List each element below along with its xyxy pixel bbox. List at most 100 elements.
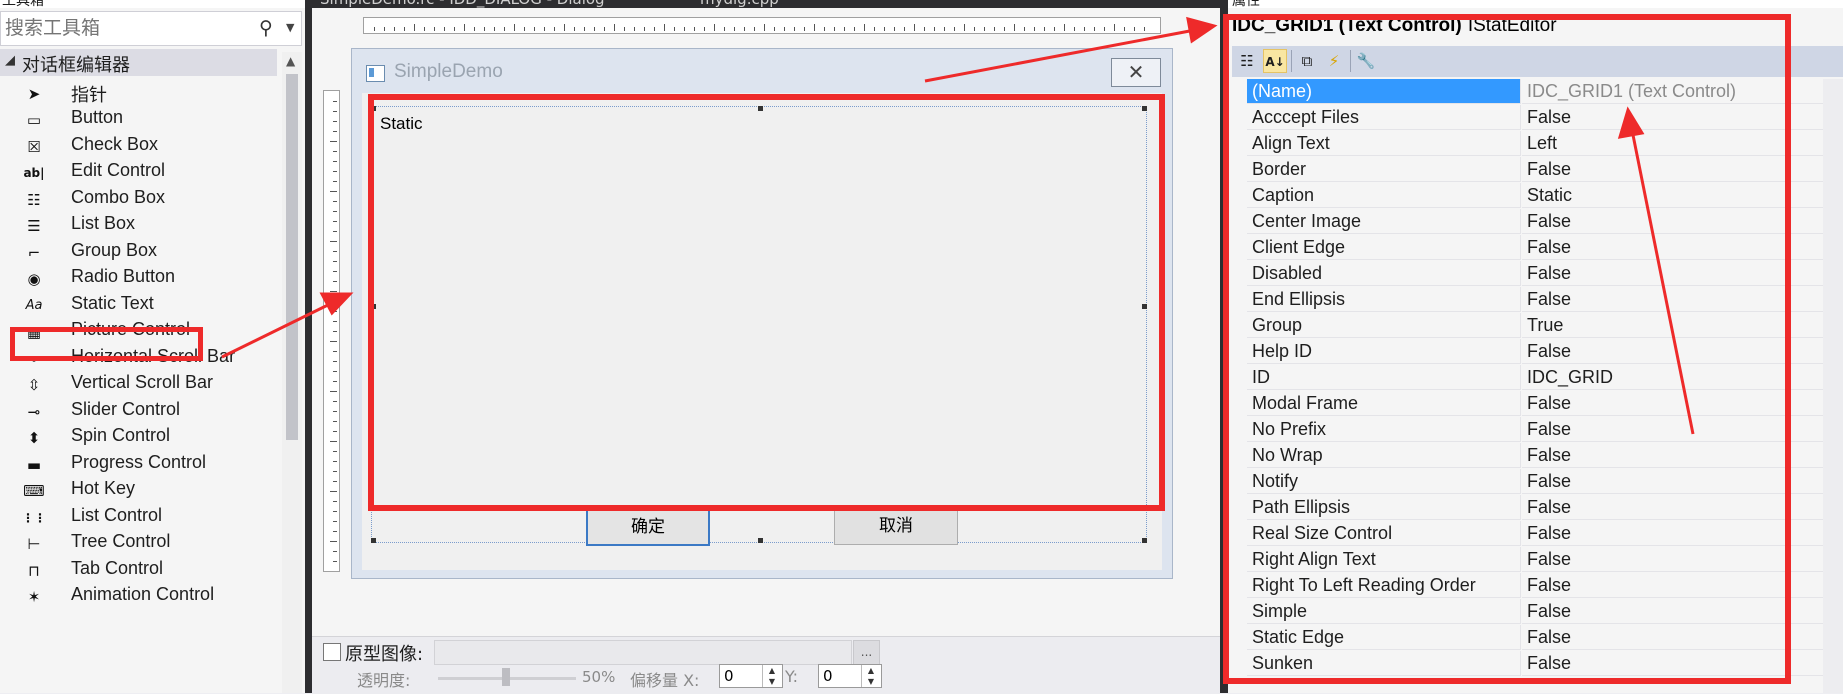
ruler-tick [330,141,337,142]
panel-splitter[interactable] [305,0,312,693]
horizontal-ruler[interactable] [363,17,1161,34]
toolbox-scrollbar[interactable]: ▲ [282,52,302,693]
ruler-tick [333,331,337,332]
ruler-tick [333,521,337,522]
spin-arrows-icon[interactable]: ▲ ▼ [762,665,781,687]
ruler-tick [333,111,337,112]
cancel-button[interactable]: 取消 [834,507,958,545]
toolbox-item-label: List Box [71,213,136,233]
ruler-tick [844,27,845,31]
ok-button[interactable]: 确定 [586,508,710,546]
ruler-tick [744,27,745,31]
dialog-titlebar: SimpleDemo [352,49,1172,89]
ruler-tick [524,27,525,31]
prototype-image-path-input[interactable] [434,640,852,665]
ruler-tick [964,24,965,31]
resize-handle[interactable] [758,538,763,543]
ruler-tick [333,161,337,162]
ruler-tick [333,271,337,272]
ruler-tick [714,24,715,31]
ruler-tick [684,27,685,31]
ruler-tick [333,461,337,462]
search-icon[interactable]: ⚲ [259,17,273,39]
prototype-image-label: 原型图像: [345,644,424,665]
edit-control-icon: ab| [23,166,45,180]
ruler-tick [484,27,485,31]
ruler-tick [330,341,337,342]
toolbox-item-label: Static Text [71,293,154,313]
dialog-title: SimpleDemo [394,61,503,82]
ruler-tick [634,27,635,31]
opacity-slider-thumb[interactable] [502,668,510,686]
ruler-tick [784,27,785,31]
ruler-tick [333,451,337,452]
ruler-tick [1024,27,1025,31]
toolbox-search-box[interactable]: ⚲ ▼ [0,11,302,46]
pointer-icon: ➤ [27,85,41,103]
ruler-tick [414,24,415,31]
close-icon[interactable]: ✕ [1111,58,1161,87]
ruler-tick [1074,27,1075,31]
ruler-tick [874,27,875,31]
ruler-tick [804,27,805,31]
toolbox-item-label: Button [71,107,124,127]
ruler-tick [694,27,695,31]
ruler-tick [333,481,337,482]
spin-arrows-icon[interactable]: ▲ ▼ [861,665,880,687]
checkbox-icon: ☒ [27,138,41,156]
ruler-tick [904,27,905,31]
chevron-down-icon[interactable]: ▼ [286,21,294,34]
resize-handle[interactable] [1142,538,1147,543]
browse-button[interactable]: ... [853,640,880,665]
offset-x-value[interactable]: 0 [724,667,734,685]
tab-mydlg-cpp[interactable]: mydlg.cpp [700,0,779,8]
offset-y-value[interactable]: 0 [823,667,833,685]
ruler-tick [1054,27,1055,31]
hot-key-icon: ⌨ [23,482,45,500]
ruler-tick [624,27,625,31]
ruler-tick [333,371,337,372]
ruler-tick [704,27,705,31]
ruler-tick [333,201,337,202]
ruler-tick [333,101,337,102]
scrollbar-thumb[interactable] [286,74,298,440]
toolbox-search-input[interactable] [3,16,257,42]
ruler-tick [1044,27,1045,31]
ruler-tick [954,27,955,31]
resize-handle[interactable] [371,538,376,543]
toolbox-item-label: Vertical Scroll Bar [71,372,214,392]
ruler-tick [454,27,455,31]
ruler-tick [333,531,337,532]
scroll-up-icon[interactable]: ▲ [286,54,295,68]
ruler-tick [544,27,545,31]
toolbox-item-animation-control[interactable]: ✶ Animation Control [0,581,280,612]
dialog-app-icon [366,65,385,82]
collapse-triangle-icon[interactable]: ◢ [5,53,15,68]
ruler-tick [333,211,337,212]
toolbox-title: 工具箱 [2,0,44,8]
offset-x-spinner[interactable]: 0 ▲ ▼ [719,664,783,688]
ruler-tick [330,491,337,492]
slider-control-icon: ⊸ [27,403,41,421]
toolbox-item-label: Spin Control [71,425,171,445]
ruler-tick [824,27,825,31]
vertical-ruler[interactable] [323,90,340,572]
toolbox-group-dialog-editor[interactable]: ◢ 对话框编辑器 [0,49,277,76]
properties-scrollbar[interactable] [1823,79,1843,693]
ruler-tick [934,27,935,31]
offset-y-spinner[interactable]: 0 ▲ ▼ [818,664,882,688]
ruler-tick [814,24,815,31]
prototype-image-checkbox[interactable] [323,643,341,661]
ruler-tick [884,27,885,31]
ruler-tick [1004,27,1005,31]
toolbox-item-label: Edit Control [71,160,166,180]
tab-rc-dialog[interactable]: SimpleDemo.rc - IDD_DIALOG - Dialog [320,0,605,8]
ruler-tick [654,27,655,31]
ruler-tick [333,421,337,422]
annotation-box-static-control [368,94,1165,511]
ruler-tick [514,24,515,31]
ruler-tick [674,27,675,31]
ruler-tick [604,27,605,31]
ruler-tick [834,27,835,31]
ruler-tick [764,24,765,31]
